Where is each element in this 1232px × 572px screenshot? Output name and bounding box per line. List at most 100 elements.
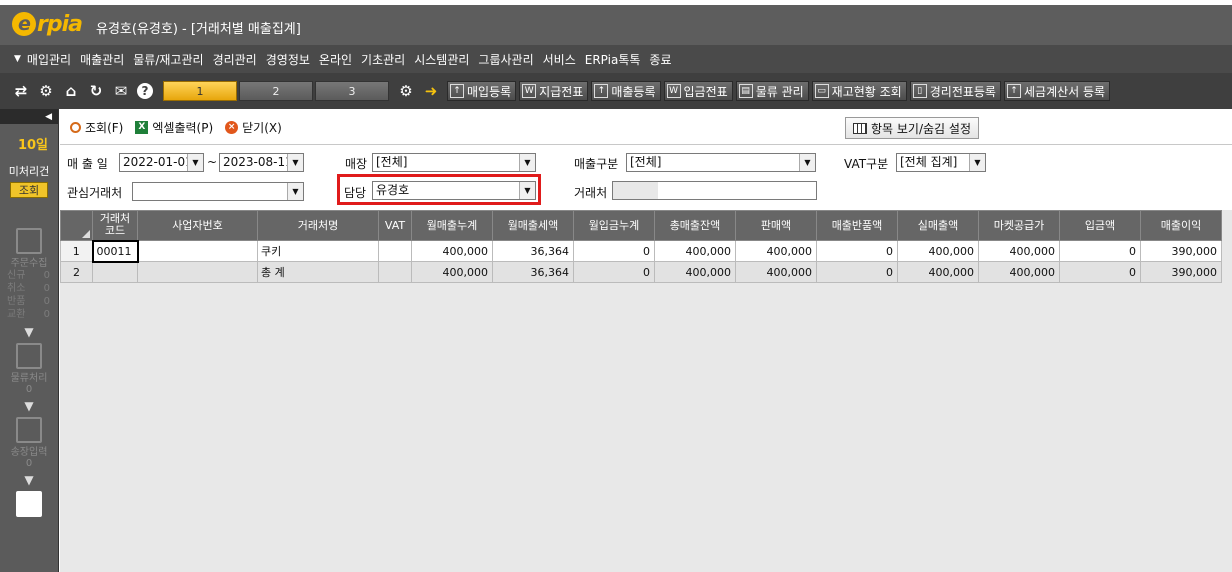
total-balance-cell[interactable]: 400,000 — [654, 261, 736, 283]
network-icon[interactable]: ⇄ — [12, 82, 30, 100]
chevron-down-icon[interactable]: ▼ — [287, 154, 303, 171]
menu-purchase[interactable]: 매입관리 — [27, 51, 71, 68]
menu-online[interactable]: 온라인 — [319, 51, 352, 68]
col-client-code[interactable]: 거래처 코드 — [92, 210, 138, 241]
chevron-down-icon[interactable]: ▼ — [287, 183, 303, 200]
gear-icon[interactable]: ⚙ — [37, 82, 55, 100]
monthly-sales-cell[interactable]: 400,000 — [411, 261, 493, 283]
excel-export-button[interactable]: X 엑셀출력(P) — [135, 119, 213, 136]
col-sales-amount[interactable]: 판매액 — [735, 210, 817, 241]
sidebar-collapse-button[interactable]: ◀ — [0, 109, 58, 124]
payment-slip-button[interactable]: W 지급전표 — [519, 81, 589, 101]
logistics-block[interactable]: 물류처리 0 — [0, 343, 58, 395]
client-code-cell[interactable] — [92, 261, 138, 283]
return-amount-cell[interactable]: 0 — [816, 240, 898, 262]
deposit-cell[interactable]: 0 — [1059, 261, 1141, 283]
net-sales-cell[interactable]: 400,000 — [897, 261, 979, 283]
col-return-amount[interactable]: 매출반품액 — [816, 210, 898, 241]
monthly-sales-cell[interactable]: 400,000 — [411, 240, 493, 262]
col-vat[interactable]: VAT — [378, 210, 412, 241]
sales-register-button[interactable]: ↑ 매출등록 — [591, 81, 661, 101]
manager-select[interactable]: 유경호 ▼ — [372, 181, 536, 200]
total-row[interactable]: 2 총 계 400,000 36,364 0 400,000 400,000 0… — [60, 261, 1222, 283]
market-price-cell[interactable]: 400,000 — [978, 261, 1060, 283]
chevron-down-icon[interactable]: ▼ — [969, 154, 985, 171]
sales-amount-cell[interactable]: 400,000 — [735, 240, 817, 262]
menu-dropdown-icon[interactable]: ▼ — [14, 54, 21, 64]
menu-erpia-talk[interactable]: ERPia톡톡 — [585, 51, 641, 68]
vat-cell[interactable] — [378, 261, 412, 283]
logistics-manage-button[interactable]: ▤ 물류 관리 — [735, 81, 809, 101]
mail-icon[interactable]: ✉ — [112, 82, 130, 100]
net-sales-cell[interactable]: 400,000 — [897, 240, 979, 262]
col-client-name[interactable]: 거래처명 — [257, 210, 379, 241]
client-name-cell[interactable]: 총 계 — [257, 261, 379, 283]
menu-accounting[interactable]: 경리관리 — [213, 51, 257, 68]
sales-amount-cell[interactable]: 400,000 — [735, 261, 817, 283]
col-monthly-tax[interactable]: 월매출세액 — [492, 210, 574, 241]
col-deposit[interactable]: 입금액 — [1059, 210, 1141, 241]
deposit-slip-button[interactable]: W 입금전표 — [663, 81, 733, 101]
accounting-slip-button[interactable]: ▯ 경리전표등록 — [909, 81, 1001, 101]
menu-exit[interactable]: 종료 — [649, 51, 671, 68]
order-collect-block[interactable]: 주문수집 — [0, 228, 58, 269]
menu-management[interactable]: 경영정보 — [266, 51, 310, 68]
date-from-field[interactable]: 2022-01-01 ▼ — [119, 153, 204, 172]
close-button[interactable]: × 닫기(X) — [225, 119, 282, 136]
vat-select[interactable]: [전체 집계] ▼ — [896, 153, 986, 172]
store-select[interactable]: [전체] ▼ — [372, 153, 536, 172]
purchase-register-button[interactable]: ↑ 매입등록 — [447, 81, 517, 101]
sales-profit-cell[interactable]: 390,000 — [1140, 261, 1222, 283]
menu-logistics[interactable]: 물류/재고관리 — [133, 51, 203, 68]
chevron-down-icon[interactable]: ▼ — [519, 182, 535, 199]
vat-cell[interactable] — [378, 240, 412, 262]
corner-cell[interactable] — [60, 210, 93, 241]
tab-2[interactable]: 2 — [239, 81, 313, 101]
column-settings-button[interactable]: 항목 보기/숨김 설정 — [845, 117, 979, 139]
menu-basic[interactable]: 기초관리 — [361, 51, 405, 68]
chevron-down-icon[interactable]: ▼ — [799, 154, 815, 171]
monthly-deposit-cell[interactable]: 0 — [573, 261, 655, 283]
tab-3[interactable]: 3 — [315, 81, 389, 101]
col-sales-profit[interactable]: 매출이익 — [1140, 210, 1222, 241]
col-total-balance[interactable]: 총매출잔액 — [654, 210, 736, 241]
total-balance-cell[interactable]: 400,000 — [654, 240, 736, 262]
monthly-deposit-cell[interactable]: 0 — [573, 240, 655, 262]
col-market-price[interactable]: 마켓공급가 — [978, 210, 1060, 241]
col-net-sales[interactable]: 실매출액 — [897, 210, 979, 241]
chevron-down-icon[interactable]: ▼ — [187, 154, 203, 171]
refresh-icon[interactable]: ↻ — [87, 82, 105, 100]
client-name-cell[interactable]: 쿠키 — [257, 240, 379, 262]
col-business-number[interactable]: 사업자번호 — [137, 210, 258, 241]
monthly-tax-cell[interactable]: 36,364 — [492, 261, 574, 283]
market-price-cell[interactable]: 400,000 — [978, 240, 1060, 262]
inventory-status-button[interactable]: ▭ 재고현황 조회 — [811, 81, 907, 101]
search-button[interactable]: 조회(F) — [70, 119, 123, 136]
home-icon[interactable]: ⌂ — [62, 82, 80, 100]
date-to-field[interactable]: 2023-08-11 ▼ — [219, 153, 304, 172]
business-number-cell[interactable] — [137, 261, 258, 283]
deposit-cell[interactable]: 0 — [1059, 240, 1141, 262]
checklist-icon[interactable] — [16, 491, 42, 517]
col-monthly-sales[interactable]: 월매출누계 — [411, 210, 493, 241]
business-number-cell[interactable] — [137, 240, 258, 262]
table-row[interactable]: 1 00011 쿠키 400,000 36,364 0 400,000 400,… — [60, 239, 1222, 263]
menu-system[interactable]: 시스템관리 — [414, 51, 469, 68]
client-field[interactable] — [612, 181, 817, 200]
menu-service[interactable]: 서비스 — [543, 51, 576, 68]
sales-type-select[interactable]: [전체] ▼ — [626, 153, 816, 172]
help-icon[interactable]: ? — [137, 83, 153, 99]
client-code-cell[interactable]: 00011 — [91, 239, 139, 263]
pending-query-button[interactable]: 조회 — [10, 182, 48, 198]
sales-profit-cell[interactable]: 390,000 — [1140, 240, 1222, 262]
return-amount-cell[interactable]: 0 — [816, 261, 898, 283]
menu-group[interactable]: 그룹사관리 — [478, 51, 533, 68]
invoice-block[interactable]: 송장입력 0 — [0, 417, 58, 469]
settings-gear-icon[interactable]: ⚙ — [397, 82, 415, 100]
tax-invoice-button[interactable]: ↑ 세금계산서 등록 — [1003, 81, 1111, 101]
monthly-tax-cell[interactable]: 36,364 — [492, 240, 574, 262]
menu-sales[interactable]: 매출관리 — [80, 51, 124, 68]
interest-client-select[interactable]: ▼ — [132, 182, 304, 201]
tab-1[interactable]: 1 — [163, 81, 237, 101]
col-monthly-deposit[interactable]: 월입금누계 — [573, 210, 655, 241]
